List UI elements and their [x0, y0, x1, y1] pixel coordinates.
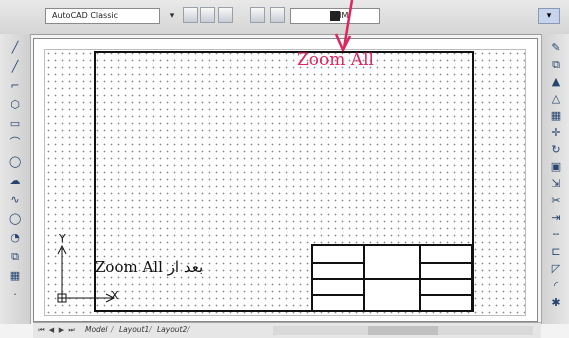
ucs-x-label: X	[111, 289, 119, 302]
explode-icon[interactable]: ✱	[550, 297, 562, 308]
prev-tab-icon[interactable]: ◀	[47, 325, 56, 335]
tab-separator: /	[111, 325, 114, 334]
properties-dropdown[interactable]: ▾	[538, 8, 560, 24]
annotation-text: بعد از Zoom All	[95, 258, 204, 276]
title-block-line	[419, 262, 473, 264]
rectangle-icon[interactable]: ▭	[9, 118, 21, 129]
ellipse-arc-icon[interactable]: ◔	[9, 232, 21, 243]
trim-icon[interactable]: ✂	[550, 195, 562, 206]
ucs-y-label: Y	[59, 232, 66, 245]
fillet-icon[interactable]: ◜	[550, 280, 562, 291]
polyline-icon[interactable]: ⌐	[9, 80, 21, 91]
spline-icon[interactable]: ∿	[9, 194, 21, 205]
line-icon[interactable]: ╱	[9, 42, 21, 53]
title-block[interactable]	[311, 244, 473, 312]
chevron-down-icon[interactable]: ▾	[165, 8, 179, 24]
tab-layout2[interactable]: Layout2	[157, 324, 187, 336]
workspace-dropdown[interactable]: AutoCAD Classic	[45, 8, 160, 24]
make-block-icon[interactable]: ▦	[9, 270, 21, 281]
rotate-icon[interactable]: ↻	[550, 144, 562, 155]
mirror-icon[interactable]: ▲	[550, 76, 562, 87]
erase-icon[interactable]: ✎	[550, 42, 562, 53]
break-icon[interactable]: ╌	[550, 229, 562, 240]
polygon-icon[interactable]: ⬡	[9, 99, 21, 110]
modify-toolbar: ✎ ⧉ ▲ △ ▦ ✛ ↻ ▣ ⇲ ✂ ⇥ ╌ ⊏ ◸ ◜ ✱	[541, 34, 569, 324]
move-icon[interactable]: ✛	[550, 127, 562, 138]
array-icon[interactable]: ▦	[550, 110, 562, 121]
save-icon[interactable]	[183, 7, 198, 23]
point-icon[interactable]: ·	[9, 289, 21, 300]
title-block-line	[419, 294, 473, 296]
top-toolbar: AutoCAD Classic ▾ DIM ▾	[0, 0, 569, 35]
first-tab-icon[interactable]: ⏮	[37, 325, 46, 335]
title-block-line	[313, 262, 363, 264]
settings-icon[interactable]	[218, 7, 233, 23]
title-block-line	[313, 294, 363, 296]
ellipse-icon[interactable]: ◯	[9, 213, 21, 224]
scrollbar-thumb[interactable]	[368, 326, 438, 335]
scale-icon[interactable]: ▣	[550, 161, 562, 172]
print-icon[interactable]	[200, 7, 215, 23]
circle-icon[interactable]: ◯	[9, 156, 21, 167]
layout-tabs-bar: ⏮ ◀ ▶ ⏭ Model / Layout1 / Layout2 /	[33, 322, 541, 338]
revision-cloud-icon[interactable]: ☁	[9, 175, 21, 186]
tab-model[interactable]: Model	[85, 324, 108, 336]
insert-block-icon[interactable]: ⧉	[9, 251, 21, 262]
construction-line-icon[interactable]: ╱	[9, 61, 21, 72]
tab-separator: /	[187, 325, 190, 334]
callout-label: Zoom All	[297, 50, 374, 70]
extend-icon[interactable]: ⇥	[550, 212, 562, 223]
tab-separator: /	[149, 325, 152, 334]
tab-layout1[interactable]: Layout1	[119, 324, 149, 336]
last-tab-icon[interactable]: ⏭	[67, 325, 76, 335]
arc-icon[interactable]: ⌒	[9, 137, 21, 148]
title-block-line	[313, 278, 473, 280]
horizontal-scrollbar[interactable]	[273, 326, 533, 335]
lightbulb-icon[interactable]	[270, 7, 285, 23]
join-icon[interactable]: ⊏	[550, 246, 562, 257]
next-tab-icon[interactable]: ▶	[57, 325, 66, 335]
chamfer-icon[interactable]: ◸	[550, 263, 562, 274]
copy-icon[interactable]: ⧉	[550, 59, 562, 70]
stretch-icon[interactable]: ⇲	[550, 178, 562, 189]
draw-toolbar: ╱ ╱ ⌐ ⬡ ▭ ⌒ ◯ ☁ ∿ ◯ ◔ ⧉ ▦ ·	[0, 34, 31, 324]
layer-manager-icon[interactable]	[250, 7, 265, 23]
offset-icon[interactable]: △	[550, 93, 562, 104]
